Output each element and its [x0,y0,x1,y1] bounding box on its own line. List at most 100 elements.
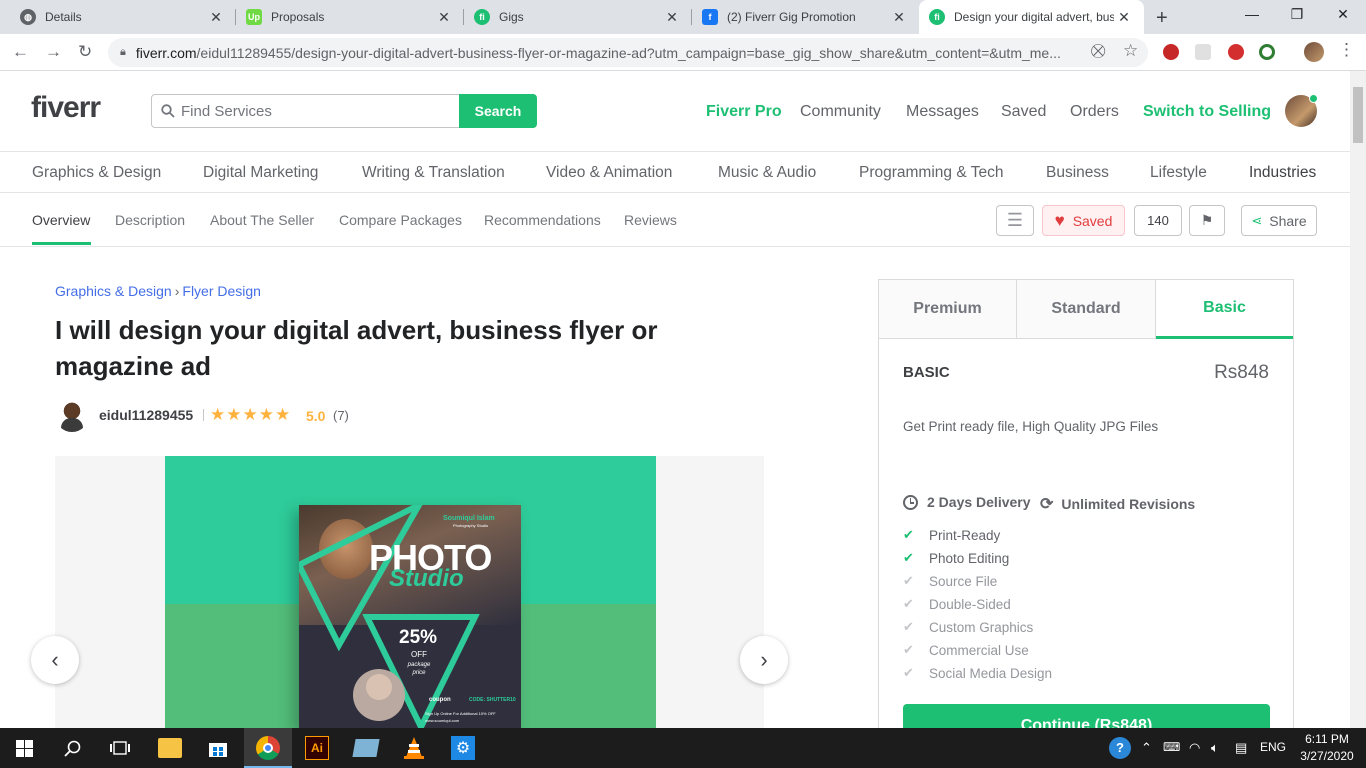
check-icon: ✔ [903,665,914,680]
delivery-time: 2 Days Delivery [903,494,1031,510]
seller-username[interactable]: eidul11289455 [99,407,193,423]
profile-avatar[interactable] [1304,42,1324,62]
shield-icon[interactable] [1195,44,1211,60]
category-video-animation[interactable]: Video & Animation [546,164,672,182]
browser-tab-active[interactable]: fi Design your digital advert, bus ✕ [919,0,1144,34]
nav-fiverr-pro[interactable]: Fiverr Pro [706,103,782,121]
tab-premium[interactable]: Premium [879,280,1017,338]
back-button[interactable]: ← [12,42,29,62]
vlc-icon[interactable] [402,736,426,760]
new-tab-button[interactable]: + [1156,7,1168,30]
saved-label: Saved [1072,212,1113,229]
page-scrollbar[interactable] [1350,71,1366,728]
address-bar[interactable]: 🔒︎ fiverr.com/eidul11289455/design-your-… [108,38,1148,67]
help-icon[interactable]: ? [1109,737,1131,759]
feature-item: ✔ Commercial Use [903,642,1029,658]
tab-title: Details [45,10,82,24]
feature-item: ✔ Source File [903,573,998,589]
report-button[interactable]: ⚑ [1189,205,1225,236]
tab-basic[interactable]: Basic [1156,280,1293,339]
browser-tab[interactable]: Up Proposals ✕ [236,0,464,34]
extension-icon[interactable] [1163,44,1179,60]
menu-icon[interactable]: ⋮ [1338,40,1355,60]
windows-start-icon[interactable] [12,736,36,760]
list-menu-button[interactable]: ☰ [996,205,1034,236]
tab-recommendations[interactable]: Recommendations [484,212,601,228]
search-button[interactable]: Search [459,94,537,128]
category-industries[interactable]: Industries [1249,164,1316,182]
share-button[interactable]: ⋖ Share [1241,205,1317,236]
extension-icon[interactable] [1259,44,1275,60]
close-icon[interactable]: ✕ [662,9,682,26]
close-icon[interactable]: ✕ [434,9,454,26]
gallery-prev-button[interactable]: ‹ [31,636,79,684]
fiverr-logo[interactable]: fiverr [31,91,101,125]
file-explorer-icon[interactable] [158,738,182,758]
search-input[interactable] [181,102,441,120]
tab-about-the-seller[interactable]: About The Seller [210,212,314,228]
notes-app-icon[interactable] [352,739,380,757]
check-icon: ✔ [903,619,914,634]
minimize-button[interactable]: — [1237,6,1267,22]
search-icon[interactable] [60,736,84,760]
close-window-button[interactable]: ✕ [1328,6,1358,23]
category-programming-tech[interactable]: Programming & Tech [859,164,1003,182]
saved-button[interactable]: ♥ Saved [1042,205,1125,236]
nav-orders[interactable]: Orders [1070,103,1119,121]
category-business[interactable]: Business [1046,164,1109,182]
category-writing-translation[interactable]: Writing & Translation [362,164,505,182]
maximize-button[interactable]: ❐ [1282,6,1312,23]
category-digital-marketing[interactable]: Digital Marketing [203,164,318,182]
nav-messages[interactable]: Messages [906,103,979,121]
upwork-icon: Up [246,9,262,25]
task-view-icon[interactable] [108,736,132,760]
tab-standard[interactable]: Standard [1017,280,1156,338]
browser-tab[interactable]: ◍ Details ✕ [0,0,236,34]
chevron-up-icon[interactable]: ⌃ [1141,740,1152,756]
ime-icon[interactable]: ⌨ [1163,740,1180,754]
system-clock[interactable]: 6:11 PM 3/27/2020 [1297,731,1357,765]
category-graphics-design[interactable]: Graphics & Design [32,164,161,182]
tab-reviews[interactable]: Reviews [624,212,677,228]
share-icon: ⋖ [1251,212,1263,228]
wifi-icon[interactable]: ◠ [1189,740,1200,756]
breadcrumb-link[interactable]: Flyer Design [182,283,261,299]
forward-button[interactable]: → [45,42,62,62]
gallery-slide[interactable]: Soumiqul Islam Photography Studio PHOTO … [165,456,656,728]
volume-icon[interactable]: 🔈︎ [1211,740,1219,756]
illustrator-icon[interactable]: Ai [305,736,329,760]
extension-icon[interactable] [1228,44,1244,60]
nav-community[interactable]: Community [800,103,881,121]
notification-center-icon[interactable]: ▤ [1235,740,1247,756]
bookmark-star-icon[interactable]: ☆ [1123,41,1138,61]
rating-count[interactable]: (7) [333,408,349,423]
share-label: Share [1269,212,1307,229]
browser-tab[interactable]: fi Gigs ✕ [464,0,692,34]
tab-description[interactable]: Description [115,212,185,228]
reload-button[interactable]: ↻ [78,42,92,62]
user-avatar[interactable] [1285,94,1318,127]
flyer-coupon: coupon [429,697,451,703]
close-icon[interactable]: ✕ [889,9,909,26]
chrome-icon[interactable] [256,736,280,760]
language-indicator[interactable]: ENG [1260,740,1286,754]
close-icon[interactable]: ✕ [206,9,226,26]
seller-avatar[interactable] [55,398,89,432]
category-music-audio[interactable]: Music & Audio [718,164,816,182]
close-icon[interactable]: ✕ [1114,9,1134,26]
browser-tab[interactable]: f (2) Fiverr Gig Promotion ✕ [692,0,919,34]
breadcrumb: Graphics & Design › Flyer Design [55,283,261,299]
breadcrumb-link[interactable]: Graphics & Design [55,283,172,299]
cookie-blocked-icon[interactable]: ⛒ [1091,42,1105,59]
scrollbar-thumb[interactable] [1353,87,1363,143]
settings-gear-icon[interactable]: ⚙ [451,736,475,760]
nav-saved[interactable]: Saved [1001,103,1046,121]
category-lifestyle[interactable]: Lifestyle [1150,164,1207,182]
star-rating-icon: ★★★★★ [210,405,292,424]
store-icon[interactable] [206,736,230,760]
nav-switch-to-selling[interactable]: Switch to Selling [1143,103,1271,121]
tab-compare-packages[interactable]: Compare Packages [339,212,462,228]
gallery-next-button[interactable]: › [740,636,788,684]
gig-title: I will design your digital advert, busin… [55,315,658,381]
tab-overview[interactable]: Overview [32,212,90,228]
